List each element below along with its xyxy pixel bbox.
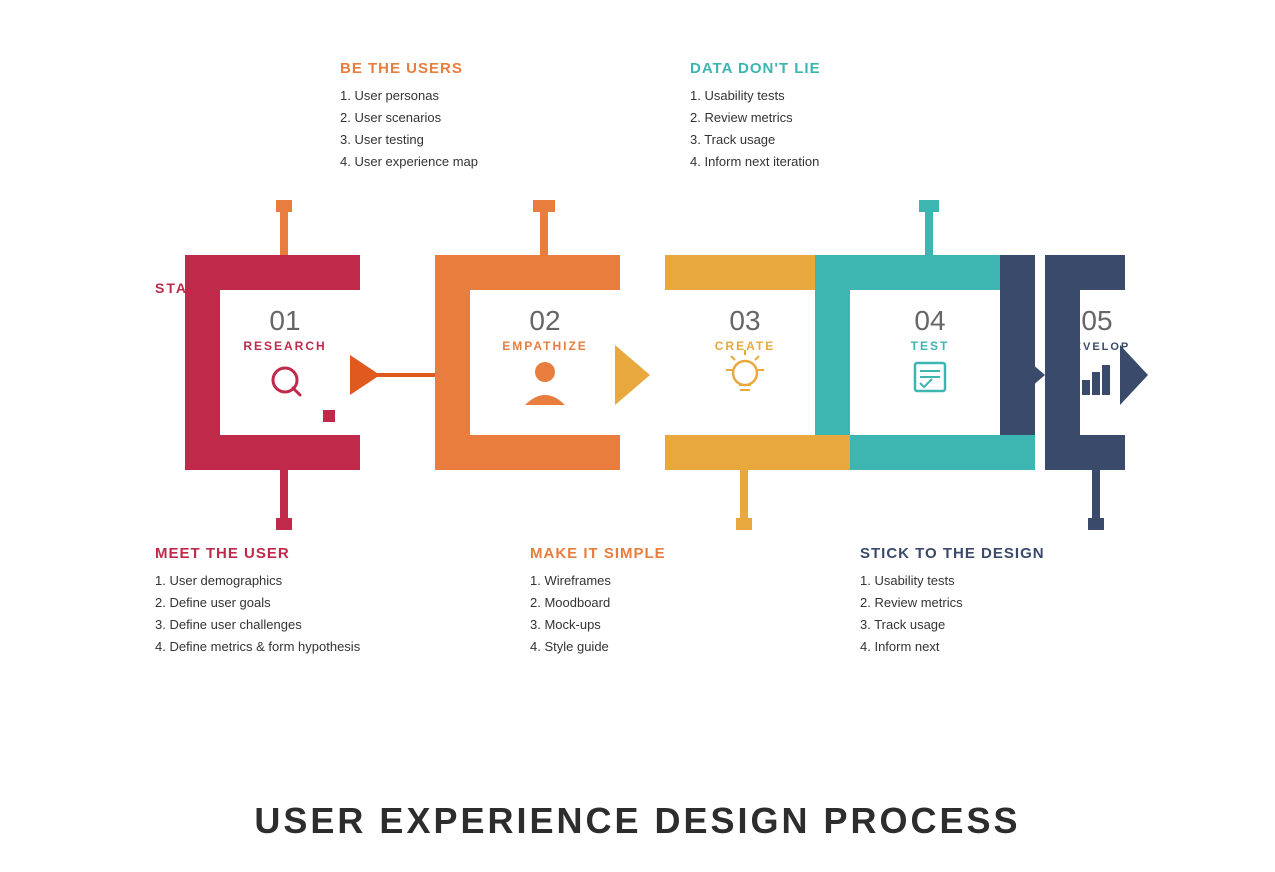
svg-text:05: 05: [1081, 305, 1112, 336]
svg-text:RESEARCH: RESEARCH: [243, 339, 326, 353]
research-bottom-list: 1. User demographics 2. Define user goal…: [155, 570, 360, 658]
svg-text:03: 03: [729, 305, 760, 336]
test-top-list: 1. Usability tests 2. Review metrics 3. …: [690, 85, 821, 173]
svg-text:DEVELOP: DEVELOP: [1064, 341, 1131, 353]
list-item: 3. Define user challenges: [155, 614, 360, 636]
diagram-svg: 01 RESEARCH 02 E: [130, 200, 1150, 540]
list-item: 1. Usability tests: [860, 570, 1045, 592]
list-item: 3. Mock-ups: [530, 614, 666, 636]
list-item: 4. Inform next iteration: [690, 151, 821, 173]
create-bottom-list: 1. Wireframes 2. Moodboard 3. Mock-ups 4…: [530, 570, 666, 658]
footer-title: USER EXPERIENCE DESIGN PROCESS: [0, 800, 1275, 842]
list-item: 2. Moodboard: [530, 592, 666, 614]
list-item: 4. Style guide: [530, 636, 666, 658]
top-label-empathize: BE THE USERS 1. User personas 2. User sc…: [340, 60, 478, 173]
list-item: 2. Review metrics: [860, 592, 1045, 614]
diagram-container: START: [130, 200, 1150, 540]
bottom-label-create: MAKE IT SIMPLE 1. Wireframes 2. Moodboar…: [530, 545, 666, 658]
create-bottom-title: MAKE IT SIMPLE: [530, 545, 666, 562]
svg-text:TEST: TEST: [911, 339, 950, 353]
list-item: 4. Inform next: [860, 636, 1045, 658]
svg-text:EMPATHIZE: EMPATHIZE: [502, 339, 588, 353]
bottom-label-develop: STICK TO THE DESIGN 1. Usability tests 2…: [860, 545, 1045, 658]
list-item: 1. User personas: [340, 85, 478, 107]
test-top-title: DATA DON'T LIE: [690, 60, 821, 77]
svg-text:04: 04: [914, 305, 945, 336]
empathize-top-list: 1. User personas 2. User scenarios 3. Us…: [340, 85, 478, 173]
list-item: 2. User scenarios: [340, 107, 478, 129]
list-item: 4. Define metrics & form hypothesis: [155, 636, 360, 658]
bottom-label-research: MEET THE USER 1. User demographics 2. De…: [155, 545, 360, 658]
research-bottom-title: MEET THE USER: [155, 545, 360, 562]
list-item: 3. Track usage: [690, 129, 821, 151]
develop-bottom-title: STICK TO THE DESIGN: [860, 545, 1045, 562]
list-item: 3. Track usage: [860, 614, 1045, 636]
list-item: 2. Define user goals: [155, 592, 360, 614]
list-item: 3. User testing: [340, 129, 478, 151]
list-item: 1. Wireframes: [530, 570, 666, 592]
list-item: 2. Review metrics: [690, 107, 821, 129]
top-label-test: DATA DON'T LIE 1. Usability tests 2. Rev…: [690, 60, 821, 173]
list-item: 1. User demographics: [155, 570, 360, 592]
svg-text:02: 02: [529, 305, 560, 336]
page: BE THE USERS 1. User personas 2. User sc…: [0, 0, 1275, 872]
empathize-top-title: BE THE USERS: [340, 60, 478, 77]
list-item: 1. Usability tests: [690, 85, 821, 107]
develop-bottom-list: 1. Usability tests 2. Review metrics 3. …: [860, 570, 1045, 658]
list-item: 4. User experience map: [340, 151, 478, 173]
svg-text:01: 01: [269, 305, 300, 336]
